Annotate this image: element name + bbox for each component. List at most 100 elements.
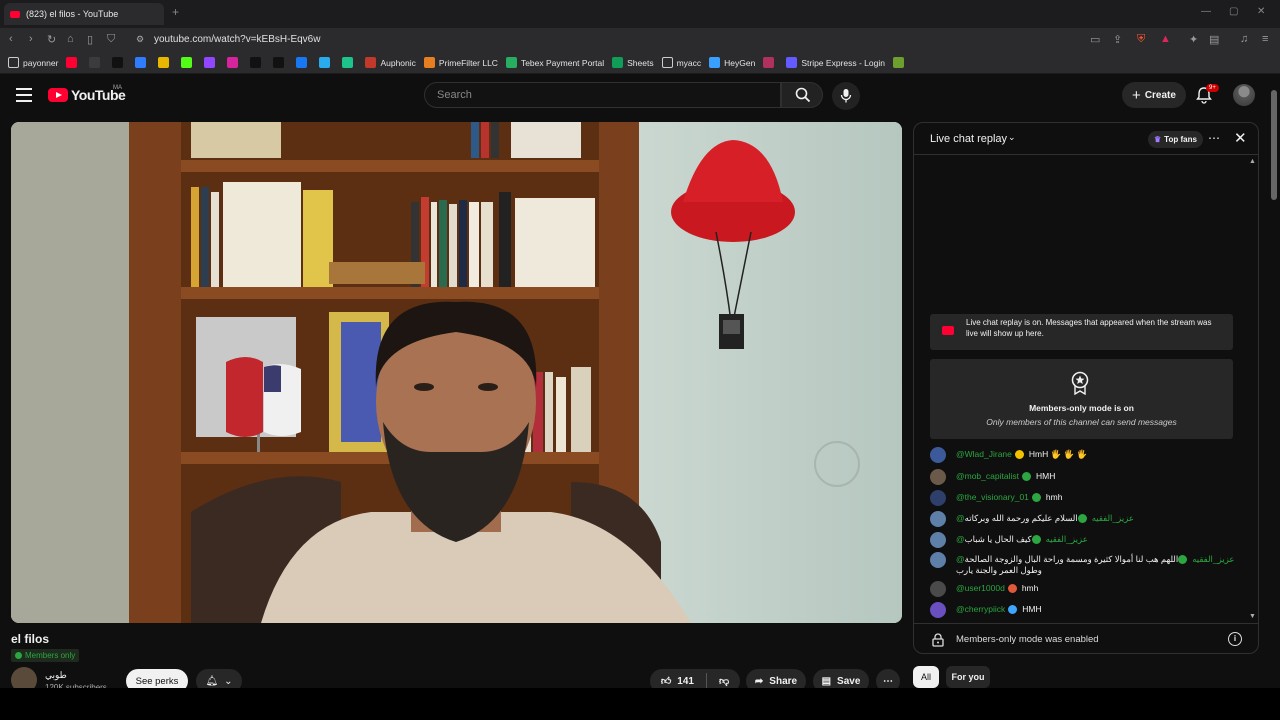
bookmark-item[interactable]: payonner: [8, 57, 58, 68]
account-avatar[interactable]: [1233, 84, 1255, 106]
search-icon: [795, 87, 811, 103]
hamburger-menu-icon[interactable]: [16, 88, 32, 102]
chat-author-avatar[interactable]: [930, 602, 946, 618]
home-icon[interactable]: ⌂: [67, 33, 74, 45]
bookmark-item[interactable]: myacc: [661, 57, 701, 68]
bookmark-label: HeyGen: [724, 57, 756, 68]
media-icon[interactable]: ♫: [1240, 33, 1248, 45]
chat-author-avatar[interactable]: [930, 581, 946, 597]
bookmark-item[interactable]: Sheets: [612, 57, 654, 68]
chat-message[interactable]: @mob_capitalist HMH: [930, 469, 1240, 485]
chat-author-avatar[interactable]: [930, 552, 946, 568]
bookmark-item[interactable]: [158, 57, 173, 68]
like-button[interactable]: 👍︎ 141: [660, 675, 694, 688]
youtube-logo[interactable]: YouTube MA: [48, 85, 126, 103]
bookmark-item[interactable]: [892, 57, 908, 68]
new-tab-icon[interactable]: +: [172, 5, 179, 19]
close-chat-icon[interactable]: ✕: [1234, 129, 1247, 147]
browser-menu-icon[interactable]: ≡: [1262, 33, 1268, 45]
bookmark-item[interactable]: PrimeFilter LLC: [423, 57, 498, 68]
chat-author-avatar[interactable]: [930, 447, 946, 463]
brave-shield-icon[interactable]: ⛨: [1137, 33, 1145, 46]
close-window-icon[interactable]: ✕: [1257, 6, 1265, 17]
site-settings-icon[interactable]: ⚙: [136, 34, 144, 45]
chat-author-name[interactable]: @the_visionary_01: [956, 492, 1029, 502]
search-button[interactable]: [781, 82, 823, 108]
chat-mode-dropdown[interactable]: Live chat replay: [930, 133, 1007, 145]
bookmark-item[interactable]: Tebex Payment Portal: [505, 57, 604, 68]
bookmark-item[interactable]: [763, 57, 778, 68]
bookmark-icon[interactable]: ⛉: [107, 33, 115, 46]
bookmark-item[interactable]: [204, 57, 219, 68]
bookmark-item[interactable]: [66, 57, 81, 68]
bookmark-item[interactable]: [319, 57, 334, 68]
reload-icon[interactable]: ↻: [47, 33, 56, 46]
scroll-up-arrow-icon[interactable]: ▲: [1249, 158, 1256, 165]
url-field[interactable]: youtube.com/watch?v=kEBsH-Eqv6w: [154, 34, 320, 45]
chat-message[interactable]: @عزيز_الفقيهكيف الحال يا شباب: [930, 532, 1240, 548]
bookmark-item[interactable]: [342, 57, 357, 68]
thumbs-up-icon: 👍︎: [660, 676, 672, 687]
bookmark-item[interactable]: [89, 57, 104, 68]
chat-author-name[interactable]: @user1000d: [956, 583, 1005, 593]
bookmark-item[interactable]: [227, 57, 242, 68]
create-button[interactable]: + Create: [1122, 82, 1186, 108]
maximize-icon[interactable]: ▢: [1229, 6, 1238, 17]
chat-message[interactable]: @cherrypiick HMH: [930, 602, 1240, 618]
video-player[interactable]: [11, 122, 902, 623]
chat-author-name[interactable]: @mob_capitalist: [956, 471, 1019, 481]
members-mode-enabled-text: Members-only mode was enabled: [956, 634, 1099, 645]
chat-message[interactable]: @the_visionary_01 hmh: [930, 490, 1240, 506]
share-icon: ➦: [754, 675, 764, 687]
chat-author-avatar[interactable]: [930, 532, 946, 548]
chat-author-name[interactable]: @Wlad_Jirane: [956, 449, 1012, 459]
cast-icon[interactable]: ▭: [1090, 33, 1100, 46]
chat-message[interactable]: @user1000d hmh: [930, 581, 1240, 597]
forward-icon[interactable]: ›: [29, 33, 33, 45]
sidebar-icon[interactable]: ▯: [87, 33, 93, 46]
member-badge-icon: [1077, 514, 1087, 524]
chip-all[interactable]: All: [913, 666, 939, 688]
minimize-icon[interactable]: —: [1201, 6, 1211, 17]
chat-author-avatar[interactable]: [930, 511, 946, 527]
microphone-icon: [840, 89, 852, 103]
chat-author-avatar[interactable]: [930, 469, 946, 485]
chat-message-text: HmH 🖐 🖐 🖐: [1028, 449, 1088, 459]
search-input[interactable]: Search: [424, 82, 781, 108]
app-icon: [342, 57, 354, 68]
bookmark-item[interactable]: [296, 57, 311, 68]
chat-message[interactable]: @عزيز_الفقيهاللهم هب لنا أموالا كثيرة وم…: [930, 552, 1240, 576]
bookmark-item[interactable]: [135, 57, 150, 68]
chip-for-you[interactable]: For you: [946, 666, 990, 688]
scrollbar-thumb[interactable]: [1271, 90, 1277, 200]
chat-message-body: @cherrypiick HMH: [956, 604, 1042, 615]
top-fans-button[interactable]: ♛ Top fans: [1148, 131, 1203, 148]
chat-author-name[interactable]: @cherrypiick: [956, 604, 1005, 614]
bookmark-item[interactable]: HeyGen: [709, 57, 755, 68]
info-icon[interactable]: i: [1228, 632, 1242, 646]
extensions-icon[interactable]: ✦: [1189, 33, 1198, 46]
browser-tab[interactable]: (823) el filos - YouTube: [4, 3, 164, 25]
page-scrollbar[interactable]: [1270, 80, 1278, 688]
chat-author-avatar[interactable]: [930, 490, 946, 506]
share-page-icon[interactable]: ⇪: [1113, 33, 1122, 46]
more-vertical-icon[interactable]: ⋯: [1208, 131, 1220, 145]
stripe-icon: [786, 57, 798, 68]
bookmark-item[interactable]: Auphonic: [365, 57, 416, 68]
scroll-down-arrow-icon[interactable]: ▼: [1249, 613, 1256, 620]
chevron-down-icon[interactable]: ⌄: [1008, 132, 1016, 143]
voice-search-button[interactable]: [832, 82, 860, 110]
back-icon[interactable]: ‹: [9, 33, 13, 45]
bookmark-item[interactable]: [112, 57, 127, 68]
wallet-icon[interactable]: ▤: [1209, 33, 1219, 46]
bookmark-item[interactable]: Stripe Express - Login: [786, 57, 885, 68]
rewards-icon[interactable]: ▲: [1160, 33, 1171, 45]
channel-name[interactable]: طوبي: [45, 670, 67, 681]
bookmark-item[interactable]: [250, 57, 265, 68]
bookmark-item[interactable]: [273, 57, 288, 68]
bookmark-item[interactable]: [181, 57, 196, 68]
telegram-icon: [319, 57, 331, 68]
dislike-button[interactable]: 👎︎: [719, 675, 729, 687]
chat-message[interactable]: @Wlad_Jirane HmH 🖐 🖐 🖐: [930, 447, 1240, 463]
chat-message[interactable]: @عزيز_الفقيهالسلام عليكم ورحمة الله وبرك…: [930, 511, 1240, 527]
